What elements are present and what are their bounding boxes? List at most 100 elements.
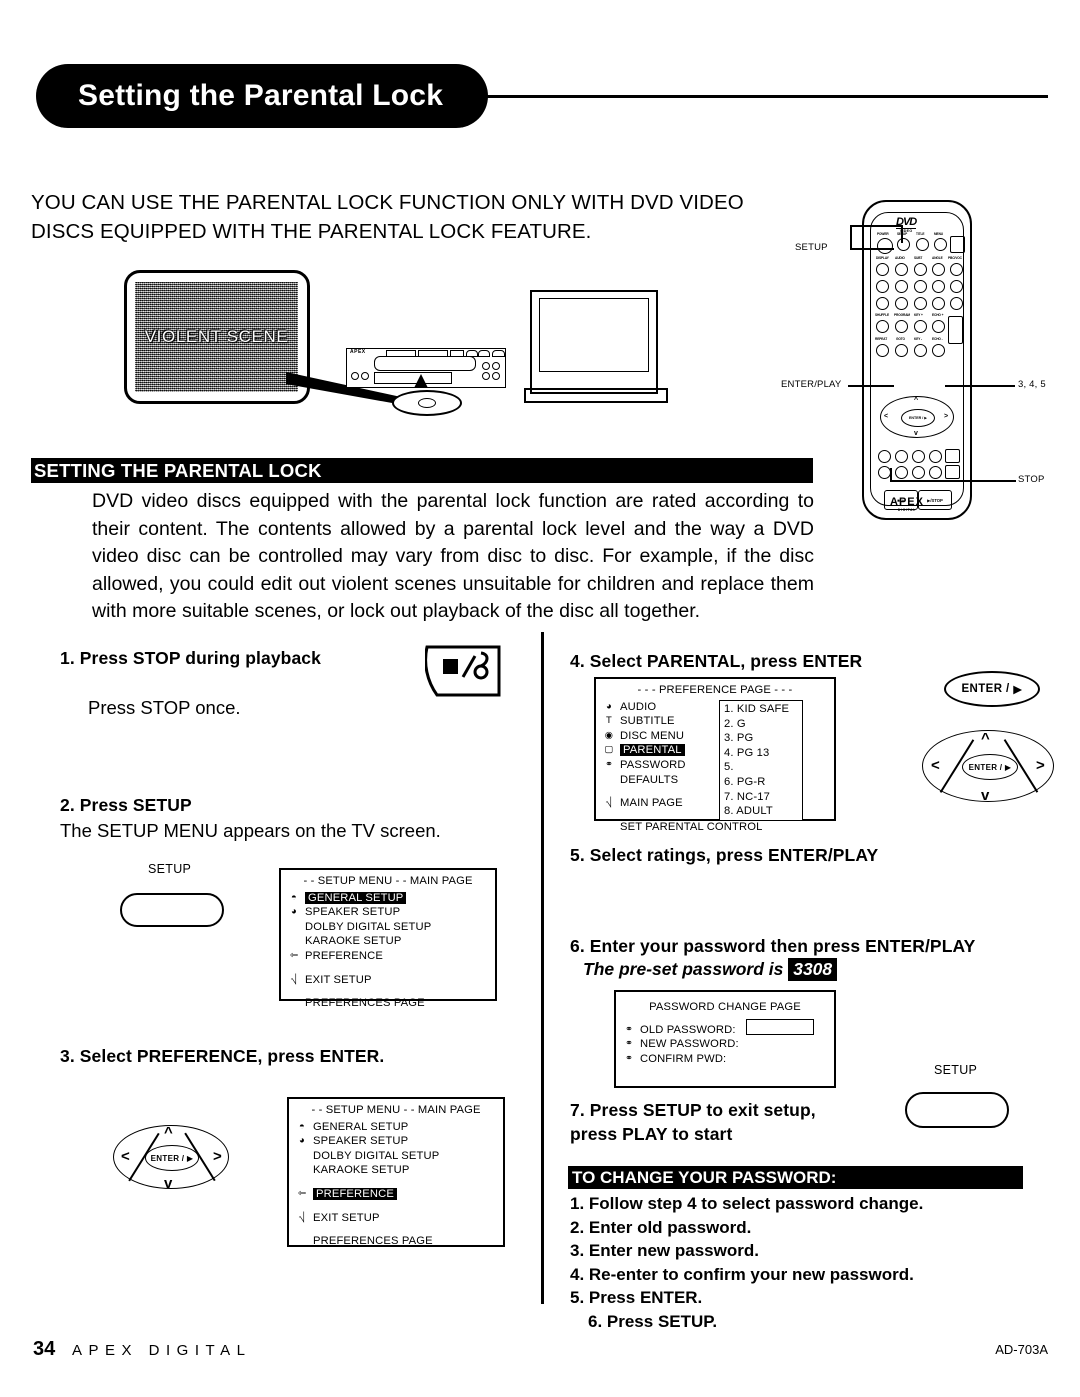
osd-title: - - SETUP MENU - - MAIN PAGE (311, 1104, 481, 1116)
dvd-disc (392, 390, 462, 416)
osd-item-label: DEFAULTS (620, 773, 679, 786)
illustration-group: VIOLENT SCENE APEX (110, 262, 670, 432)
step-2-body: The SETUP MENU appears on the TV screen. (60, 820, 441, 841)
remote-dpad: ^ v < > ENTER / ▶ (880, 396, 954, 438)
rating-item: 7. NC-17 (724, 790, 770, 803)
door-icon: ⎷ (290, 973, 298, 985)
osd-item-label: DOLBY DIGITAL SETUP (305, 920, 432, 933)
dpad-enter-button: ENTER / ▶ (145, 1145, 199, 1171)
osd-item: ◕ SPEAKER SETUP (289, 1134, 503, 1149)
osd-item-label: GENERAL SETUP (305, 891, 407, 904)
apex-logo-icon: APEX DIGITAL (890, 496, 924, 512)
osd-item: ⚭ CONFIRM PWD: (616, 1052, 834, 1067)
osd-item-label: PARENTAL (620, 744, 685, 757)
osd-title: - - SETUP MENU - - MAIN PAGE (303, 875, 473, 887)
key-icon: ⚭ (624, 1038, 634, 1050)
setup-button-label-2: SETUP (934, 1063, 978, 1077)
intro-text: YOU CAN USE THE PARENTAL LOCK FUNCTION O… (31, 188, 821, 246)
rating-item: 2. G (724, 717, 746, 730)
password-section-title: TO CHANGE YOUR PASSWORD: (572, 1168, 837, 1187)
osd-title: - - - PREFERENCE PAGE - - - (637, 684, 793, 696)
osd-item-label: PREFERENCE (305, 949, 383, 962)
preset-password-prefix: The pre-set password is (583, 959, 784, 979)
step-5-heading: 5. Select ratings, press ENTER/PLAY (570, 845, 879, 865)
osd-item: ⇦ PREFERENCE (281, 949, 495, 964)
osd-item-label: DOLBY DIGITAL SETUP (313, 1149, 440, 1162)
dpad-graphic-step4: ^ v < > ENTER / ▶ (922, 730, 1054, 803)
arrow-icon: ⇦ (289, 949, 299, 961)
door-icon: ⎷ (605, 797, 613, 809)
password-change-osd: PASSWORD CHANGE PAGE ⚭ OLD PASSWORD: ⚭ NEW… (614, 990, 836, 1088)
rating-item: 3. PG (724, 732, 754, 745)
rating-item: 4. PG 13 (724, 746, 770, 759)
osd-item-label: SUBTITLE (620, 715, 675, 728)
osd-item: DOLBY DIGITAL SETUP (281, 920, 495, 935)
osd-item: KARAOKE SETUP (289, 1163, 503, 1178)
rating-item: 5. (724, 761, 734, 774)
osd-item-label: SPEAKER SETUP (305, 906, 401, 919)
osd-item: KARAOKE SETUP (281, 934, 495, 949)
osd-item-label: KARAOKE SETUP (305, 935, 402, 948)
footer-brand: APEX DIGITAL (72, 1342, 252, 1359)
tv-illustration (524, 290, 668, 403)
page-title-banner: Setting the Parental Lock (36, 64, 488, 128)
key-icon: ⚭ (604, 758, 614, 770)
rating-item: 1. KID SAFE (724, 703, 790, 715)
osd-item-label: SPEAKER SETUP (313, 1135, 409, 1148)
osd-item-label: PASSWORD (620, 758, 686, 771)
osd-item-label: EXIT SETUP (305, 973, 372, 986)
preference-page-osd: - - - PREFERENCE PAGE - - - ◕ AUDIO T SUBT… (594, 677, 836, 833)
password-step: 3. Enter new password. (570, 1241, 759, 1260)
old-password-field[interactable] (746, 1019, 814, 1035)
key-icon: ⚭ (624, 1023, 634, 1035)
password-step: 4. Re-enter to confirm your new password… (570, 1264, 914, 1284)
rating-item: 8. ADULT (724, 805, 773, 818)
violent-scene-caption: VIOLENT SCENE (144, 327, 289, 346)
osd-item: ⇦ PREFERENCE (289, 1187, 503, 1202)
callout-setup: SETUP (795, 242, 828, 253)
osd-item-exit: ⎷ EXIT SETUP (289, 1211, 503, 1226)
password-step: 5. Press ENTER. (570, 1288, 703, 1307)
osd-item-label: GENERAL SETUP (313, 1120, 409, 1133)
speaker-icon: ◕ (291, 906, 297, 918)
osd-item: ⚭ NEW PASSWORD: (616, 1037, 834, 1052)
osd-item-label: OLD PASSWORD: (640, 1023, 736, 1036)
arrow-icon: ⇦ (297, 1187, 307, 1199)
password-step: 2. Enter old password. (570, 1217, 752, 1237)
callout-stop: STOP (1018, 474, 1045, 485)
callout-enter-play: ENTER/PLAY (781, 379, 842, 390)
step-4-heading: 4. Select PARENTAL, press ENTER (570, 651, 863, 671)
page-number: 34 (33, 1338, 56, 1360)
tv-icon: ◓ (299, 1120, 305, 1132)
page-title: Setting the Parental Lock (78, 79, 444, 112)
rating-item: 6. PG-R (724, 775, 766, 788)
setup-menu-osd-1: - - SETUP MENU - - MAIN PAGE ◓ GENERAL SE… (279, 868, 497, 1009)
osd-item-list: ◓ GENERAL SETUP ◕ SPEAKER SETUP DOLBY DIGI… (289, 1118, 503, 1249)
osd-footer: PREFERENCES PAGE (305, 997, 425, 1010)
enter-play-button-graphic: ENTER / ▶ (944, 671, 1040, 707)
osd-item: DOLBY DIGITAL SETUP (289, 1149, 503, 1164)
password-step: 1. Follow step 4 to select password chan… (570, 1194, 924, 1213)
preset-password-value: 3308 (788, 958, 838, 981)
violent-scene-screen: VIOLENT SCENE (124, 270, 310, 404)
static-noise: VIOLENT SCENE (135, 282, 298, 392)
osd-item-label: DISC MENU (620, 729, 685, 742)
speaker-icon: ◕ (299, 1135, 305, 1147)
dpad-graphic-step3: ^ v < > ENTER / ▶ (113, 1125, 229, 1191)
step-1-body: Press STOP once. (88, 697, 241, 718)
step-2-heading: 2. Press SETUP (60, 795, 192, 815)
door-icon: ⎷ (298, 1211, 306, 1223)
section-header-title: SETTING THE PARENTAL LOCK (34, 460, 322, 481)
step-1-heading: 1. Press STOP during playback (60, 648, 321, 668)
osd-item-label: MAIN PAGE (620, 797, 683, 810)
callout-steps: 3, 4, 5 (1018, 379, 1046, 390)
osd-item-label: NEW PASSWORD: (640, 1038, 739, 1051)
disc-icon: ◉ (604, 729, 614, 741)
section-header-bar: SETTING THE PARENTAL LOCK (31, 458, 813, 483)
player-brand-label: APEX (350, 349, 366, 355)
osd-item-list: ◓ GENERAL SETUP ◕ SPEAKER SETUP DOLBY DIGI… (281, 889, 495, 1011)
osd-item: ◓ GENERAL SETUP (281, 891, 495, 906)
step-6-heading: 6. Enter your password then press ENTER/… (570, 936, 976, 956)
section-body-text: DVD video discs equipped with the parent… (92, 490, 814, 622)
setup-menu-osd-2: - - SETUP MENU - - MAIN PAGE ◓ GENERAL SE… (287, 1097, 505, 1247)
